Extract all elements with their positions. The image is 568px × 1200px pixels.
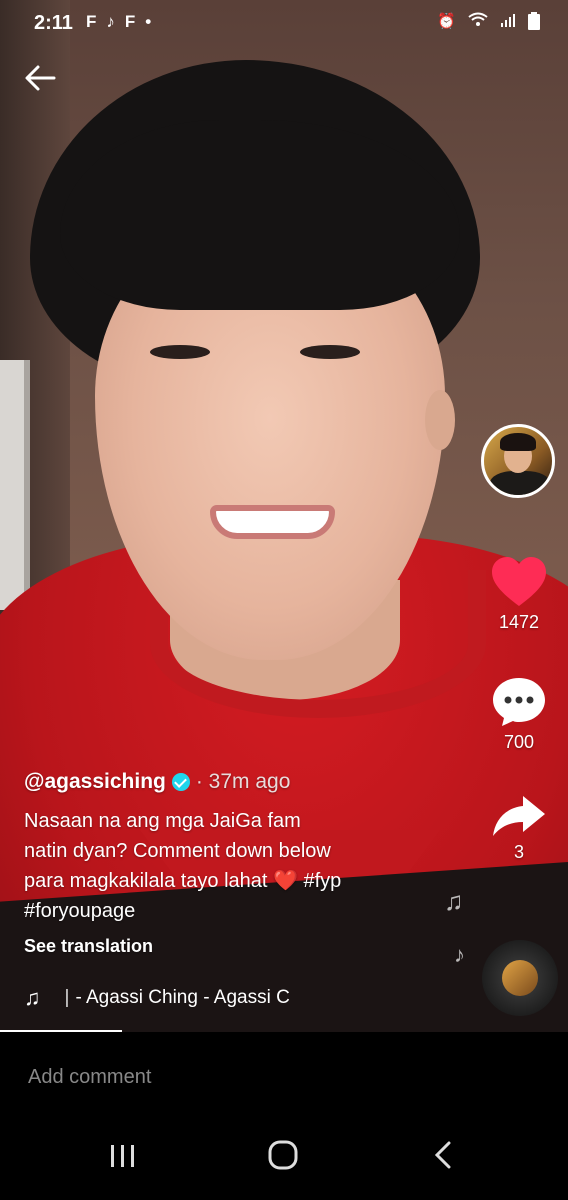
- share-button[interactable]: 3: [480, 794, 558, 863]
- avatar-body: [490, 471, 550, 495]
- music-note-icon: ♫: [24, 985, 41, 1010]
- hashtag-line[interactable]: #foryoupage: [24, 896, 444, 926]
- battery-icon: [528, 12, 540, 34]
- share-count: 3: [513, 842, 524, 862]
- verified-badge-icon: [171, 773, 190, 791]
- ticker-divider: |: [64, 987, 70, 1008]
- wifi-icon: [468, 12, 488, 34]
- recent-apps-icon[interactable]: [98, 1140, 148, 1180]
- music-note-icon: ♪: [454, 942, 465, 967]
- music-disc[interactable]: [482, 940, 558, 1016]
- tiktok-video-screen: 2:11 F ♪ F • ⏰ 1472 700 3 @agassiching ·…: [0, 0, 568, 1200]
- avatar-hair: [500, 433, 536, 451]
- share-arrow-icon: [491, 794, 547, 838]
- post-caption: @agassiching · 37m ago Nasaan na ang mga…: [24, 770, 444, 957]
- username[interactable]: @agassiching: [24, 770, 166, 794]
- left-eye: [150, 345, 210, 359]
- comment-bubble-icon: [491, 676, 547, 728]
- music-label: - Agassi Ching - Agassi C: [75, 987, 290, 1008]
- see-translation-link[interactable]: See translation: [24, 936, 444, 957]
- comment-count: 700: [503, 732, 535, 752]
- caption-line: para magkakilala tayo lahat ❤️ #fyp: [24, 870, 342, 892]
- like-count: 1472: [498, 612, 540, 632]
- caption-line: natin dyan? Comment down below: [24, 840, 331, 862]
- status-bar: 2:11 F ♪ F • ⏰: [0, 0, 568, 44]
- alarm-icon: ⏰: [437, 13, 456, 30]
- home-icon[interactable]: [258, 1140, 308, 1180]
- right-eye: [300, 345, 360, 359]
- heart-icon: [490, 556, 548, 608]
- dot-icon: •: [145, 12, 152, 31]
- username-line: @agassiching · 37m ago: [24, 770, 444, 794]
- add-comment-input[interactable]: Add comment: [28, 1066, 151, 1089]
- ear: [425, 390, 455, 450]
- facebook-icon: F: [86, 12, 97, 31]
- creator-avatar[interactable]: [481, 424, 555, 498]
- like-button[interactable]: 1472: [480, 556, 558, 633]
- music-note-icon: ♫: [444, 886, 464, 916]
- post-time: · 37m ago: [195, 770, 291, 793]
- status-time: 2:11: [34, 12, 73, 34]
- tiktok-icon: ♪: [106, 12, 115, 31]
- notification-icons: F ♪ F •: [86, 12, 151, 32]
- caption-text: Nasaan na ang mga JaiGa fam natin dyan? …: [24, 806, 444, 926]
- comment-button[interactable]: 700: [480, 676, 558, 753]
- background-frame: [0, 360, 30, 610]
- back-arrow-icon[interactable]: [24, 62, 64, 102]
- facebook-icon: F: [124, 12, 136, 31]
- nav-back-icon[interactable]: [418, 1140, 468, 1180]
- music-disc-cover: [502, 960, 538, 996]
- smile: [210, 505, 335, 539]
- system-icons: ⏰: [437, 12, 540, 34]
- music-ticker[interactable]: ♫ | - Agassi Ching - Agassi C: [24, 985, 290, 1011]
- signal-icon: [500, 12, 516, 34]
- caption-line: Nasaan na ang mga JaiGa fam: [24, 810, 301, 832]
